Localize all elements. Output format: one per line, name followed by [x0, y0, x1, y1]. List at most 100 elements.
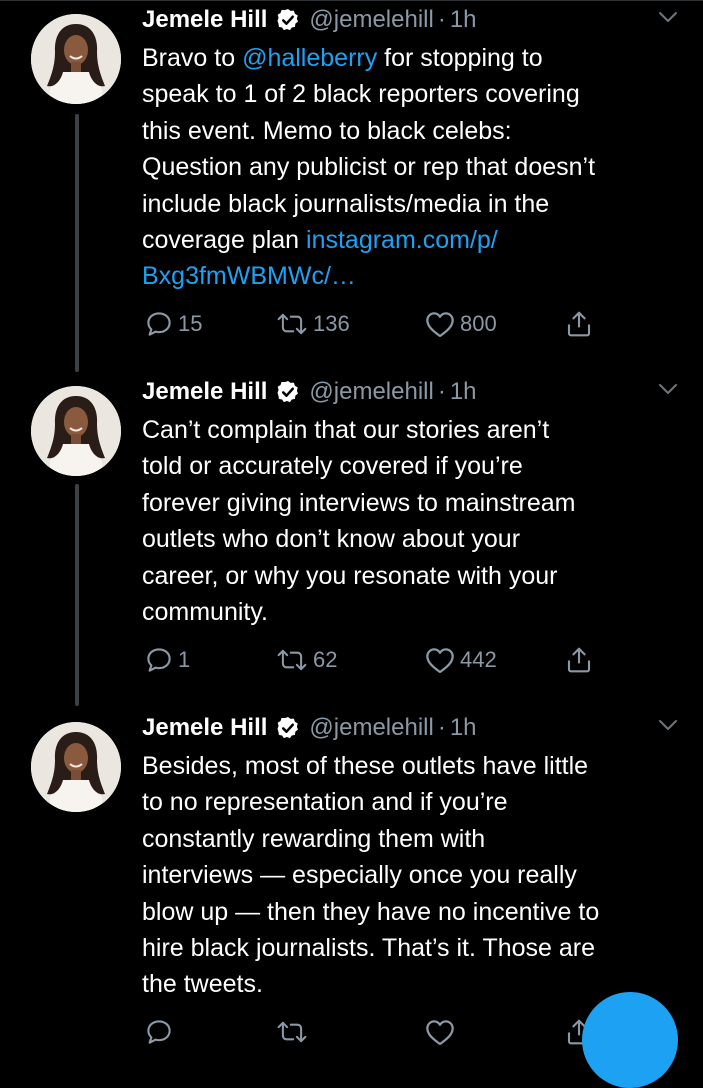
reply-icon — [144, 1017, 174, 1047]
text-segment: community. — [142, 597, 268, 626]
tweet-text-line: constantly rewarding them with — [142, 821, 687, 857]
tweet-timestamp[interactable]: 1h — [450, 372, 477, 412]
tweet-actions — [142, 1012, 602, 1052]
tweet-actions: 15 136 800 — [142, 304, 602, 344]
text-segment: for stopping to — [377, 44, 543, 72]
tweet-text-line: Bxg3fmWBMWc/… — [142, 258, 687, 294]
text-segment: this event. Memo to black celebs: — [142, 116, 512, 145]
retweet-icon — [275, 1017, 309, 1047]
tweet-text-line: Besides, most of these outlets have litt… — [142, 748, 687, 784]
text-segment: constantly rewarding them with — [142, 824, 486, 853]
retweet-count: 136 — [313, 311, 350, 336]
share-button[interactable] — [564, 640, 594, 680]
text-segment: Question any publicist or rep that doesn… — [142, 153, 596, 182]
tweet-header: Jemele Hill @jemelehill · 1h — [142, 708, 477, 748]
reply-button[interactable]: 1 — [144, 640, 190, 680]
text-segment: Besides, most of these outlets have litt… — [142, 752, 589, 780]
url-link[interactable]: Bxg3fmWBMWc/… — [142, 262, 356, 290]
retweet-count: 62 — [313, 647, 338, 672]
tweet[interactable]: Jemele Hill @jemelehill · 1h Bravo to @halle… — [0, 0, 703, 372]
separator-dot: · — [437, 6, 446, 33]
tweet-text-line: community. — [142, 594, 687, 630]
like-icon — [424, 309, 456, 339]
author-handle[interactable]: @jemelehill — [309, 0, 433, 40]
tweet-text-line: blow up — then they have no incentive to — [142, 894, 687, 930]
retweet-icon — [275, 309, 309, 339]
text-segment: the tweets. — [142, 970, 263, 999]
tweet-timestamp[interactable]: 1h — [450, 0, 477, 40]
tweet-text-line: career, or why you resonate with your — [142, 558, 687, 594]
author-name[interactable]: Jemele Hill — [142, 0, 267, 40]
url-link[interactable]: instagram.com/p/ — [306, 226, 498, 254]
text-segment: told or accurately covered if you’re — [142, 452, 523, 481]
text-segment: interviews — especially once you really — [142, 861, 577, 890]
retweet-icon — [275, 645, 309, 675]
reply-button[interactable]: 15 — [144, 304, 202, 344]
like-button[interactable]: 800 — [424, 304, 497, 344]
tweet-header: Jemele Hill @jemelehill · 1h — [142, 372, 477, 412]
tweet-text-line: to no representation and if you’re — [142, 784, 687, 820]
verified-badge-icon — [275, 715, 301, 741]
tweet-text-line: told or accurately covered if you’re — [142, 448, 687, 484]
tweet-text-line: Question any publicist or rep that doesn… — [142, 149, 687, 185]
chevron-down-icon[interactable] — [657, 10, 679, 29]
like-icon — [424, 1017, 456, 1047]
tweet-text-line: coverage plan instagram.com/p/ — [142, 222, 687, 258]
retweet-button[interactable]: 136 — [275, 304, 350, 344]
reply-count: 15 — [178, 311, 203, 336]
tweet-text-line: this event. Memo to black celebs: — [142, 113, 687, 149]
reply-icon — [144, 309, 174, 339]
like-icon — [424, 645, 456, 675]
author-name[interactable]: Jemele Hill — [142, 372, 267, 412]
tweet-text-line: Can’t complain that our stories aren’t — [142, 412, 687, 448]
tweet-actions: 1 62 442 — [142, 640, 602, 680]
tweet-text-line: forever giving interviews to mainstream — [142, 485, 687, 521]
tweet[interactable]: Jemele Hill @jemelehill · 1h Besides, most o… — [0, 708, 703, 1046]
tweet-text-line: interviews — especially once you really — [142, 857, 687, 893]
tweet-timestamp[interactable]: 1h — [450, 708, 477, 748]
like-button[interactable] — [424, 1012, 460, 1052]
tweet-header: Jemele Hill @jemelehill · 1h — [142, 0, 477, 40]
avatar[interactable] — [31, 386, 121, 476]
text-segment: career, or why you resonate with your — [142, 561, 558, 590]
retweet-button[interactable]: 62 — [275, 640, 337, 680]
tweet-text-line: hire black journalists. That’s it. Those… — [142, 930, 687, 966]
share-icon — [564, 645, 594, 675]
separator-dot: · — [437, 378, 446, 405]
verified-badge-icon — [275, 7, 301, 33]
reply-icon — [144, 645, 174, 675]
tweet-text: Can’t complain that our stories aren’t to… — [142, 412, 687, 630]
chevron-down-icon[interactable] — [657, 382, 679, 401]
like-button[interactable]: 442 — [424, 640, 497, 680]
tweet[interactable]: Jemele Hill @jemelehill · 1h Can’t complain … — [0, 372, 703, 708]
text-segment: hire black journalists. That’s it. Those… — [142, 933, 596, 962]
verified-badge-icon — [275, 379, 301, 405]
text-segment: to no representation and if you’re — [142, 788, 508, 817]
tweet-text: Bravo to @halleberry for stopping to spea… — [142, 40, 687, 295]
reply-button[interactable] — [144, 1012, 178, 1052]
mention-link[interactable]: @halleberry — [242, 44, 377, 72]
tweet-text-line: speak to 1 of 2 black reporters covering — [142, 76, 687, 112]
author-name[interactable]: Jemele Hill — [142, 708, 267, 748]
avatar[interactable] — [31, 14, 121, 104]
chevron-down-icon[interactable] — [657, 718, 679, 737]
text-segment: speak to 1 of 2 black reporters covering — [142, 80, 580, 109]
share-button[interactable] — [564, 304, 594, 344]
tweet-text-line: include black journalists/media in the — [142, 186, 687, 222]
author-handle[interactable]: @jemelehill — [309, 708, 433, 748]
text-segment: Can’t complain that our stories aren’t — [142, 416, 550, 444]
text-segment: Bravo to — [142, 44, 243, 72]
tweet-text-line: outlets who don’t know about your — [142, 521, 687, 557]
tweet-text-line: the tweets. — [142, 966, 687, 1002]
like-count: 800 — [460, 311, 497, 336]
tweet-text: Besides, most of these outlets have litt… — [142, 748, 687, 1003]
retweet-button[interactable] — [275, 1012, 313, 1052]
compose-tweet-button[interactable] — [582, 992, 678, 1088]
avatar[interactable] — [31, 722, 121, 812]
tweet-text-line: Bravo to @halleberry for stopping to — [142, 40, 687, 76]
text-segment: outlets who don’t know about your — [142, 525, 521, 554]
author-handle[interactable]: @jemelehill — [309, 372, 433, 412]
separator-dot: · — [437, 714, 446, 741]
text-segment: forever giving interviews to mainstream — [142, 488, 576, 517]
text-segment: coverage plan — [142, 225, 307, 254]
